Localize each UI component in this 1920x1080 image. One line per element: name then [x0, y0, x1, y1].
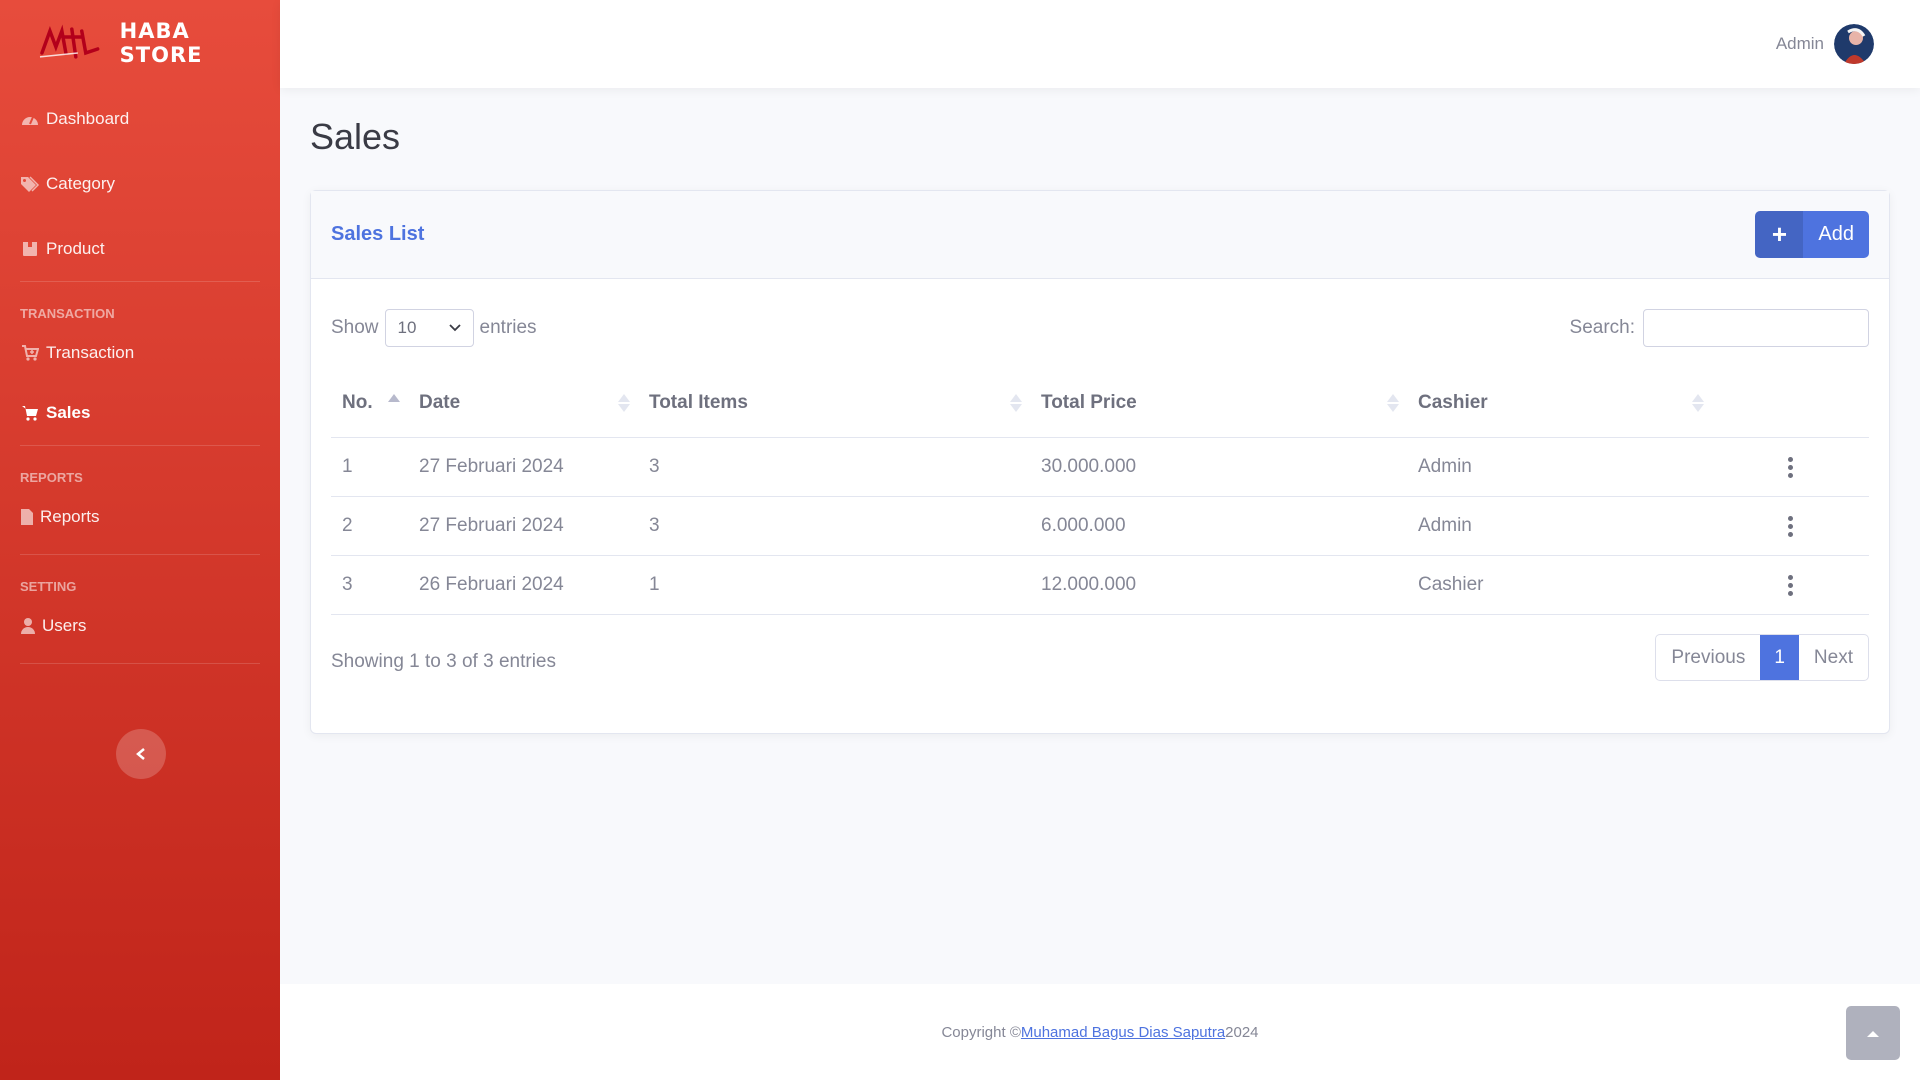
header-total-price[interactable]: Total Price [1030, 392, 1407, 414]
cell-cashier: Admin [1418, 456, 1472, 477]
show-label: Show [331, 317, 379, 338]
row-actions [1712, 512, 1869, 541]
header-date[interactable]: Date [408, 392, 638, 414]
user-name: Admin [1775, 34, 1824, 53]
cell-cashier: Cashier [1418, 574, 1484, 595]
sidebar-item-label: Dashboard [46, 108, 130, 128]
sort-icon [1692, 394, 1704, 412]
sidebar-heading-transaction: TRANSACTION [20, 306, 115, 321]
search-label: Search: [1569, 317, 1635, 338]
haba-logo [39, 24, 100, 59]
cell-date: 26 Februari 2024 [419, 574, 564, 595]
cell-total-items: 1 [649, 574, 660, 595]
table-header: No. Date Total Items Total Price Cashier [331, 369, 1869, 438]
table-row: 1 27 Februari 2024 3 30.000.000 Admin [331, 438, 1869, 497]
table-row: 3 26 Februari 2024 1 12.000.000 Cashier [331, 556, 1869, 615]
card-header: Sales List + Add [311, 191, 1889, 279]
topbar: Admin [280, 0, 1920, 88]
box-icon [20, 239, 40, 259]
sort-icon [1010, 394, 1022, 412]
dashboard-gauge-icon [20, 109, 40, 129]
cell-no: 2 [342, 515, 353, 536]
copyright-prefix: Copyright © [941, 1023, 1021, 1041]
sidebar-heading-reports: REPORTS [20, 470, 83, 485]
card-title: Sales List [331, 223, 425, 245]
sidebar: HABA STORE Dashboard Category Product TR… [0, 0, 280, 1080]
sidebar-item-sales[interactable]: Sales [0, 380, 280, 445]
cell-cashier: Admin [1418, 515, 1472, 536]
sidebar-item-label: Reports [40, 506, 100, 526]
cell-date: 27 Februari 2024 [419, 515, 564, 536]
cart-icon [20, 403, 40, 423]
sidebar-item-dashboard[interactable]: Dashboard [0, 86, 280, 151]
next-button[interactable]: Next [1799, 635, 1868, 680]
plus-icon: + [1755, 211, 1804, 258]
add-button-label: Add [1818, 223, 1854, 245]
page-length-value: 10 [397, 318, 417, 337]
sidebar-item-label: Sales [46, 402, 91, 422]
pagination: Previous 1 Next [1655, 634, 1869, 681]
header-no[interactable]: No. [331, 392, 408, 414]
previous-button[interactable]: Previous [1656, 635, 1760, 680]
row-actions [1712, 571, 1869, 600]
cell-no: 3 [342, 574, 353, 595]
kebab-menu-icon[interactable] [1780, 571, 1801, 600]
sidebar-item-reports[interactable]: Reports [0, 489, 280, 544]
chevron-up-icon [1867, 1030, 1879, 1037]
entries-label: entries [479, 317, 537, 338]
cart-plus-icon [20, 343, 40, 363]
search-input[interactable] [1643, 309, 1869, 347]
user-dropdown[interactable]: Admin [1776, 24, 1874, 64]
sales-table: No. Date Total Items Total Price Cashier… [331, 369, 1869, 615]
page-1-button[interactable]: 1 [1760, 635, 1799, 680]
tags-icon [20, 174, 40, 194]
brand[interactable]: HABA STORE [0, 0, 280, 86]
sidebar-item-label: Product [46, 238, 105, 258]
cell-total-price: 30.000.000 [1041, 456, 1137, 477]
brand-name: HABA STORE [119, 19, 203, 67]
page-title: Sales [310, 116, 401, 157]
page-length-select[interactable]: 10 [384, 309, 474, 347]
sidebar-item-product[interactable]: Product [0, 216, 280, 281]
sort-icon [1387, 394, 1399, 412]
avatar [1834, 24, 1874, 64]
kebab-menu-icon[interactable] [1780, 453, 1801, 482]
cell-total-items: 3 [649, 515, 660, 536]
sidebar-item-label: Transaction [46, 342, 135, 362]
sidebar-item-category[interactable]: Category [0, 151, 280, 216]
sidebar-heading-setting: SETTING [20, 579, 77, 594]
author-link[interactable]: Muhamad Bagus Dias Saputra [1021, 1024, 1225, 1041]
user-icon [20, 616, 36, 636]
copyright-year: 2024 [1225, 1023, 1259, 1041]
sort-icon [618, 394, 630, 412]
table-row: 2 27 Februari 2024 3 6.000.000 Admin [331, 497, 1869, 556]
search-control: Search: [1570, 309, 1869, 347]
page-length-control: Show 10 entries [331, 309, 537, 347]
cell-date: 27 Februari 2024 [419, 456, 564, 477]
sidebar-item-label: Users [42, 615, 87, 635]
kebab-menu-icon[interactable] [1780, 512, 1801, 541]
sidebar-item-transaction[interactable]: Transaction [0, 325, 280, 380]
table-info: Showing 1 to 3 of 3 entries [331, 651, 556, 672]
cell-total-items: 3 [649, 456, 660, 477]
cell-total-price: 12.000.000 [1041, 574, 1137, 595]
add-button[interactable]: + Add [1755, 211, 1869, 258]
cell-no: 1 [342, 456, 353, 477]
file-icon [20, 507, 34, 527]
sales-list-card: Sales List + Add Show 10 entries Search:… [310, 190, 1890, 734]
chevron-down-icon [448, 324, 461, 332]
sidebar-toggle-button[interactable] [116, 729, 166, 779]
sidebar-item-label: Category [46, 173, 115, 193]
chevron-left-icon [136, 748, 145, 760]
cell-total-price: 6.000.000 [1041, 515, 1126, 536]
header-total-items[interactable]: Total Items [638, 392, 1030, 414]
sort-asc-icon [388, 394, 400, 412]
scroll-to-top-button[interactable] [1846, 1006, 1900, 1060]
row-actions [1712, 453, 1869, 482]
sidebar-divider [20, 663, 260, 664]
footer: Copyright © Muhamad Bagus Dias Saputra 2… [280, 984, 1920, 1080]
header-cashier[interactable]: Cashier [1407, 392, 1712, 414]
sidebar-item-users[interactable]: Users [0, 598, 280, 653]
